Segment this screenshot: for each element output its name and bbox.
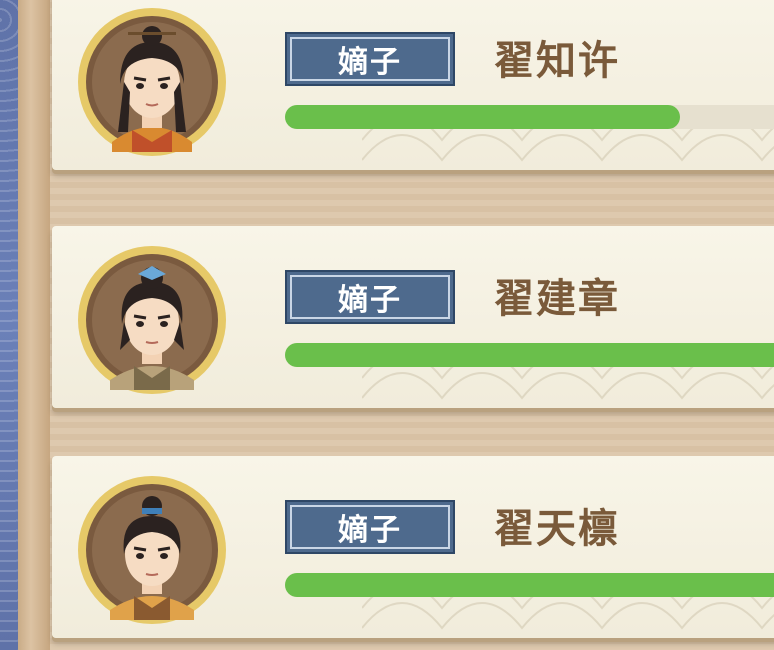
progress-fill — [285, 573, 774, 597]
wood-rail — [18, 0, 51, 650]
progress-bar — [285, 573, 774, 597]
member-card[interactable]: 嫡子 翟天檩 — [52, 456, 774, 638]
young-man-hairpin-portrait-icon — [78, 8, 226, 156]
progress-bar — [285, 105, 774, 129]
young-man-blue-band-portrait-icon — [78, 246, 226, 394]
member-card[interactable]: 嫡子 翟知许 — [52, 0, 774, 170]
young-man-blue-topknot-portrait-icon — [78, 476, 226, 624]
progress-fill — [285, 343, 774, 367]
member-name: 翟知许 — [494, 38, 620, 84]
left-decorative-strip — [0, 0, 18, 650]
progress-fill — [285, 105, 681, 129]
progress-bar — [285, 343, 774, 367]
rank-tag: 嫡子 — [285, 500, 455, 554]
member-name: 翟天檩 — [494, 506, 620, 552]
member-card[interactable]: 嫡子 翟建章 — [52, 226, 774, 408]
rank-tag: 嫡子 — [285, 32, 455, 86]
member-name: 翟建章 — [494, 276, 620, 322]
rank-tag: 嫡子 — [285, 270, 455, 324]
